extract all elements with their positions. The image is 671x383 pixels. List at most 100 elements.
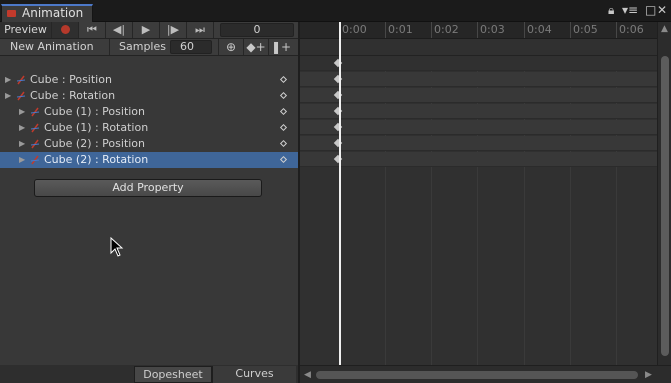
keyframe-track — [300, 88, 657, 103]
property-label: Cube : Rotation — [30, 89, 116, 102]
add-event-button[interactable]: ❚+ — [268, 39, 293, 55]
expand-arrow-icon[interactable]: ▶ — [5, 72, 13, 88]
expand-arrow-icon[interactable]: ▶ — [19, 104, 27, 120]
time-label: 0:05 — [573, 23, 598, 36]
keyframe-icon[interactable] — [279, 75, 288, 84]
playback-toolbar: Preview ⏮ ◀| ▶ |▶ ⏭ 0 — [0, 22, 298, 39]
keyframe-icon[interactable] — [279, 139, 288, 148]
close-icon[interactable]: ✕ — [657, 3, 667, 17]
skip-forward-icon: ⏭ — [195, 23, 205, 36]
transform-icon — [16, 91, 26, 101]
time-label: 0:02 — [434, 23, 459, 36]
expand-arrow-icon[interactable]: ▶ — [19, 120, 27, 136]
record-button[interactable] — [52, 22, 79, 38]
property-row[interactable]: ▶ Cube (1) : Position — [0, 104, 298, 120]
preview-button[interactable]: Preview — [0, 22, 52, 38]
ruler-tick — [570, 22, 571, 38]
transform-icon — [30, 155, 40, 165]
ruler-tick — [524, 22, 525, 38]
ruler-tick — [477, 22, 478, 38]
time-label: 0:04 — [527, 23, 552, 36]
add-keyframe-icon: ◆+ — [246, 40, 266, 54]
time-label: 0:03 — [480, 23, 505, 36]
transform-icon — [30, 139, 40, 149]
time-label: 0:00 — [342, 23, 367, 36]
expand-arrow-icon[interactable]: ▶ — [19, 136, 27, 152]
add-property-button[interactable]: Add Property — [34, 179, 262, 197]
property-label: Cube : Position — [30, 73, 112, 86]
keyframe-icon[interactable] — [279, 123, 288, 132]
dopesheet-area[interactable] — [300, 56, 657, 365]
tab-dopesheet[interactable]: Dopesheet — [134, 366, 212, 383]
record-icon — [61, 25, 70, 34]
frame-field[interactable]: 0 — [220, 23, 294, 37]
play-icon: ▶ — [141, 23, 151, 36]
clip-toolbar: New Animation Samples 60 ⊕ ◆+ ❚+ — [0, 39, 298, 56]
property-row[interactable]: ▶ Cube : Rotation — [0, 88, 298, 104]
transform-icon — [30, 123, 40, 133]
maximize-icon[interactable]: □ — [645, 3, 656, 17]
summary-track — [300, 56, 657, 71]
property-label: Cube (1) : Rotation — [44, 121, 149, 134]
time-label: 0:01 — [388, 23, 413, 36]
vertical-scrollbar[interactable]: ▲ — [657, 22, 671, 365]
window-titlebar: Animation 🔒︎ ▾≡ □ ✕ — [0, 0, 671, 22]
ruler-tick — [385, 22, 386, 38]
keyframe-track — [300, 136, 657, 151]
event-track[interactable] — [300, 39, 657, 56]
ruler-tick — [616, 22, 617, 38]
property-label: Cube (2) : Rotation — [44, 153, 149, 166]
keyframe-track — [300, 72, 657, 87]
keyframe-icon[interactable] — [279, 107, 288, 116]
keyframe-track — [300, 120, 657, 135]
keyframe-icon[interactable] — [279, 155, 288, 164]
expand-arrow-icon[interactable]: ▶ — [19, 152, 27, 168]
transform-icon — [30, 107, 40, 117]
timeline-ruler[interactable]: 0:00 0:01 0:02 0:03 0:04 0:05 0:06 — [300, 22, 657, 39]
property-list: ▶ Cube : Position ▶ Cube : Rotation ▶ Cu… — [0, 56, 298, 365]
samples-field[interactable]: 60 — [170, 40, 212, 54]
step-forward-icon: |▶ — [166, 23, 180, 36]
animation-icon — [7, 10, 16, 17]
first-keyframe-button[interactable]: ⏮ — [79, 22, 106, 38]
transform-icon — [16, 75, 26, 85]
animation-tab[interactable]: Animation — [1, 4, 93, 22]
tab-curves[interactable]: Curves — [212, 366, 296, 383]
property-label: Cube (1) : Position — [44, 105, 146, 118]
tab-title: Animation — [22, 6, 84, 20]
expand-arrow-icon[interactable]: ▶ — [5, 88, 13, 104]
skip-back-icon: ⏮ — [87, 23, 97, 36]
step-back-icon: ◀| — [112, 23, 126, 36]
property-row[interactable]: ▶ Cube : Position — [0, 72, 298, 88]
horizontal-scrollbar[interactable]: ◀ ▶ — [300, 365, 671, 383]
samples-label: Samples — [119, 40, 166, 53]
lock-icon[interactable]: 🔒︎ — [608, 3, 614, 17]
keyframe-track — [300, 152, 657, 167]
keyframe-icon[interactable] — [279, 91, 288, 100]
horizontal-scroll-thumb[interactable] — [316, 371, 638, 379]
crosshair-icon: ⊕ — [225, 40, 237, 54]
time-label: 0:06 — [619, 23, 644, 36]
keyframe-track — [300, 104, 657, 119]
vertical-scroll-thumb[interactable] — [661, 56, 669, 356]
ruler-tick — [431, 22, 432, 38]
playhead[interactable] — [339, 22, 341, 365]
filter-by-selection-button[interactable]: ⊕ — [218, 39, 243, 55]
add-event-icon: ❚+ — [270, 40, 292, 54]
view-mode-tabs: Dopesheet Curves — [0, 365, 298, 383]
play-button[interactable]: ▶ — [133, 22, 160, 38]
next-keyframe-button[interactable]: |▶ — [160, 22, 187, 38]
mouse-cursor-icon — [110, 237, 124, 257]
menu-icon[interactable]: ▾≡ — [622, 3, 638, 17]
clip-dropdown[interactable]: New Animation — [0, 39, 110, 55]
property-label: Cube (2) : Position — [44, 137, 146, 150]
scroll-right-icon[interactable]: ▶ — [645, 370, 652, 380]
property-row[interactable]: ▶ Cube (1) : Rotation — [0, 120, 298, 136]
add-keyframe-button[interactable]: ◆+ — [243, 39, 268, 55]
scroll-left-icon[interactable]: ◀ — [304, 370, 311, 380]
property-row[interactable]: ▶ Cube (2) : Position — [0, 136, 298, 152]
property-row-selected[interactable]: ▶ Cube (2) : Rotation — [0, 152, 298, 168]
last-keyframe-button[interactable]: ⏭ — [187, 22, 214, 38]
previous-keyframe-button[interactable]: ◀| — [106, 22, 133, 38]
scroll-up-icon[interactable]: ▲ — [661, 24, 668, 34]
